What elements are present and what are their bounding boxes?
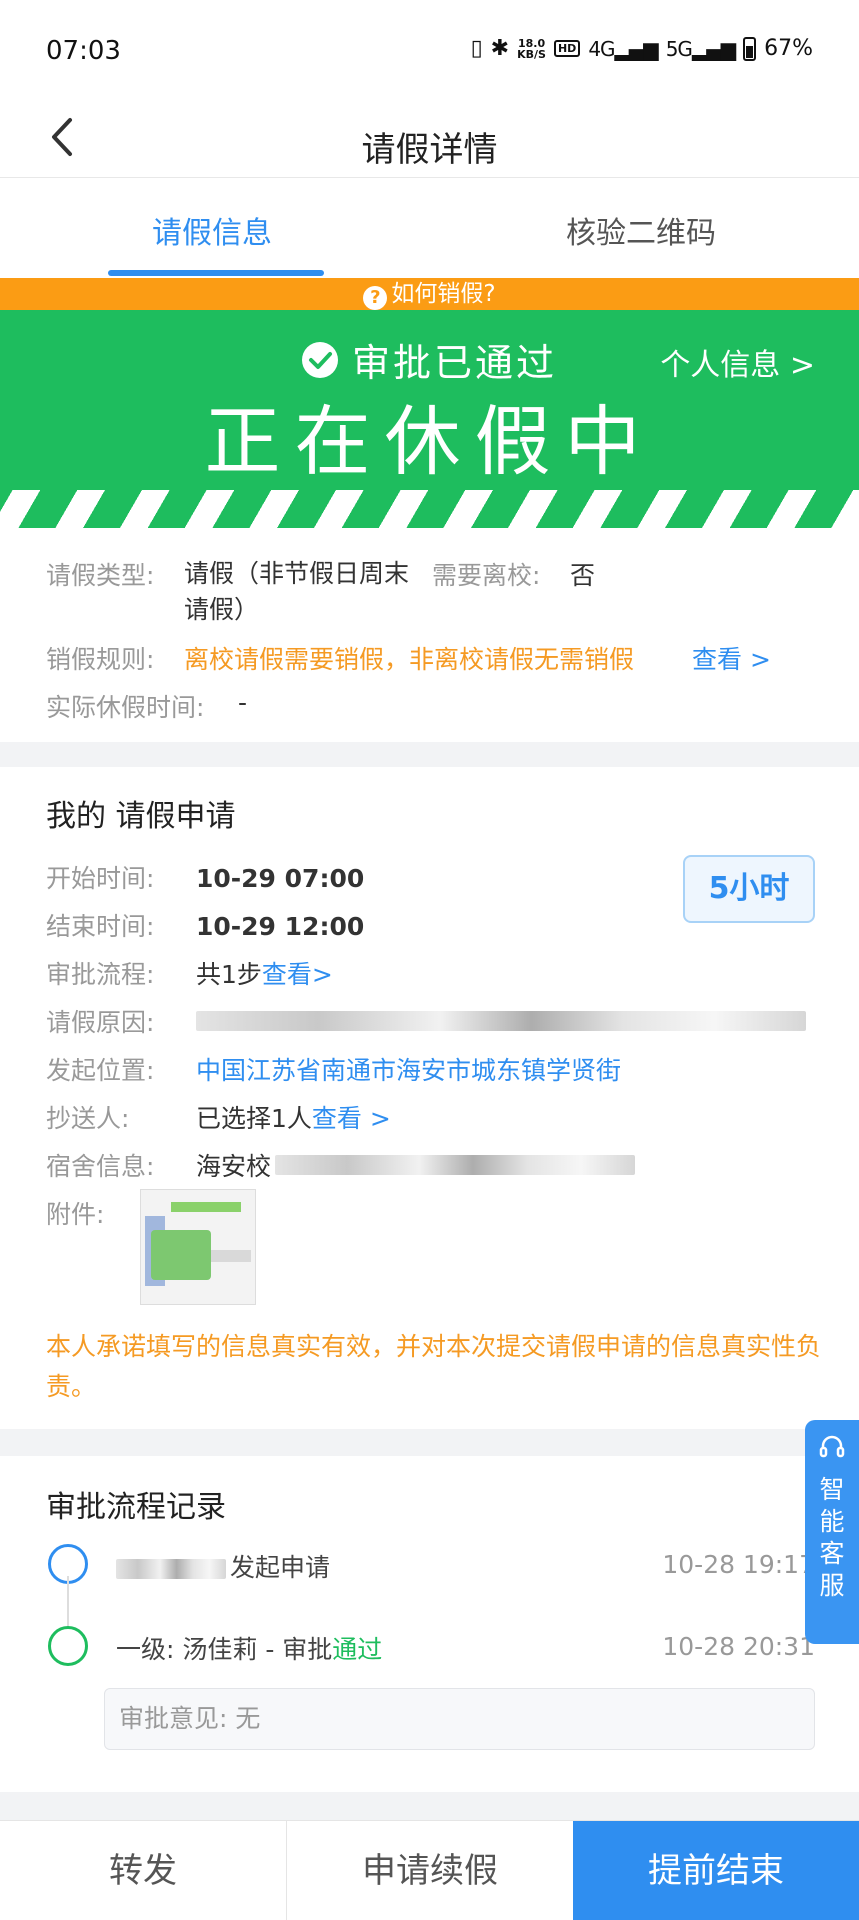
smart-service-button[interactable]: 智能客服 [805,1420,859,1644]
leave-info-card: 请假类型: 请假（非节假日周末请假） 需要离校: 否 销假规则: 离校请假需要销… [0,528,859,742]
flow-step-2: 一级: 汤佳莉 - 审批通过 [116,1635,383,1664]
actual-time-value: - [238,688,248,717]
clock: 07:03 [46,36,121,66]
approval-comment: 审批意见: 无 [104,1688,815,1750]
status-banner: 审批已通过 个人信息 > 正在休假中 [0,310,859,528]
duration-badge: 5小时 [683,855,815,923]
headset-icon [819,1435,845,1458]
network-speed: 18.0 KB/S [517,36,546,61]
leave-status-text: 正在休假中 [204,397,655,486]
end-early-button[interactable]: 提前结束 [573,1821,859,1920]
need-leave-school-label: 需要离校: [432,561,541,590]
battery-percent: 67% [764,36,813,61]
need-leave-school-value: 否 [570,561,596,590]
signal-4g-icon: 4G▂▄▆ [588,36,658,61]
end-time-row: 结束时间: 10-29 12:00 [46,912,365,941]
dorm-row: 宿舍信息: 海安校 [46,1147,636,1183]
cc-view-link[interactable]: 查看 > [312,1099,391,1135]
tab-indicator [108,270,324,276]
cc-row: 抄送人: 已选择1人 查看 > [46,1099,391,1135]
how-to-cancel-link[interactable]: ? 如何销假? [0,278,859,310]
status-icons: ▯ ✱ 18.0 KB/S HD 4G▂▄▆ 5G▂▄▆ 67% [471,36,813,61]
leave-type-value: 请假（非节假日周末请假） [184,559,410,624]
tab-verify-qrcode[interactable]: 核验二维码 [566,208,716,252]
stripe-decoration [0,490,859,528]
redacted-reason [196,1011,806,1031]
application-title: 我的 请假申请 [46,799,236,834]
promise-text: 本人承诺填写的信息真实有效，并对本次提交请假申请的信息真实性负责。 [46,1332,822,1401]
bottom-action-bar: 转发 申请续假 提前结束 [0,1820,859,1920]
redacted-applicant [116,1559,226,1579]
end-time-value: 10-29 12:00 [196,912,365,941]
leave-type-label: 请假类型: [46,561,155,590]
start-time-row: 开始时间: 10-29 07:00 [46,864,365,893]
battery-icon [743,36,757,61]
page-title: 请假详情 [361,130,498,170]
nav-bar: 请假详情 [0,100,859,178]
flow-step-1: 发起申请 [116,1548,330,1584]
actual-time-label: 实际休假时间: [46,693,205,722]
process-view-link[interactable]: 查看> [262,955,333,991]
extend-leave-button[interactable]: 申请续假 [286,1821,573,1920]
flow-step-2-time: 10-28 20:31 [662,1632,815,1661]
flow-node-2 [48,1626,88,1666]
cancel-rule-label: 销假规则: [46,645,155,674]
status-bar: 07:03 ▯ ✱ 18.0 KB/S HD 4G▂▄▆ 5G▂▄▆ 67% [0,0,859,100]
smart-service-label: 智能客服 [819,1475,845,1600]
reason-row: 请假原因: [46,1003,806,1039]
personal-info-link[interactable]: 个人信息 > [660,340,815,384]
flow-step-1-time: 10-28 19:17 [662,1550,815,1579]
location-value[interactable]: 中国江苏省南通市海安市城东镇学贤街 [196,1051,621,1087]
start-time-value: 10-29 07:00 [196,864,365,893]
signal-5g-icon: 5G▂▄▆ [665,36,736,61]
cancel-rule-value: 离校请假需要销假，非离校请假无需销假 [184,645,635,674]
tab-bar: 请假信息 核验二维码 [0,178,859,278]
location-row: 发起位置: 中国江苏省南通市海安市城东镇学贤街 [46,1051,621,1087]
attachment-thumbnail[interactable] [140,1189,256,1305]
forward-button[interactable]: 转发 [0,1821,286,1920]
vibrate-icon: ▯ [470,36,483,61]
cancel-rule-link[interactable]: 查看 > [692,640,771,676]
approved-status: 审批已通过 [300,332,557,387]
application-card: 我的 请假申请 5小时 开始时间: 10-29 07:00 结束时间: 10-2… [0,767,859,1429]
check-circle-icon [302,341,338,378]
question-icon: ? [363,286,388,310]
flow-title: 审批流程记录 [46,1490,226,1525]
hd-badge: HD [553,40,581,57]
bluetooth-icon: ✱ [490,36,510,61]
process-row: 审批流程: 共1步 查看> [46,955,333,991]
redacted-dorm [275,1155,636,1175]
tab-leave-info[interactable]: 请假信息 [152,208,272,252]
approval-flow-card: 审批流程记录 发起申请 10-28 19:17 一级: 汤佳莉 - 审批通过 1… [0,1456,859,1792]
